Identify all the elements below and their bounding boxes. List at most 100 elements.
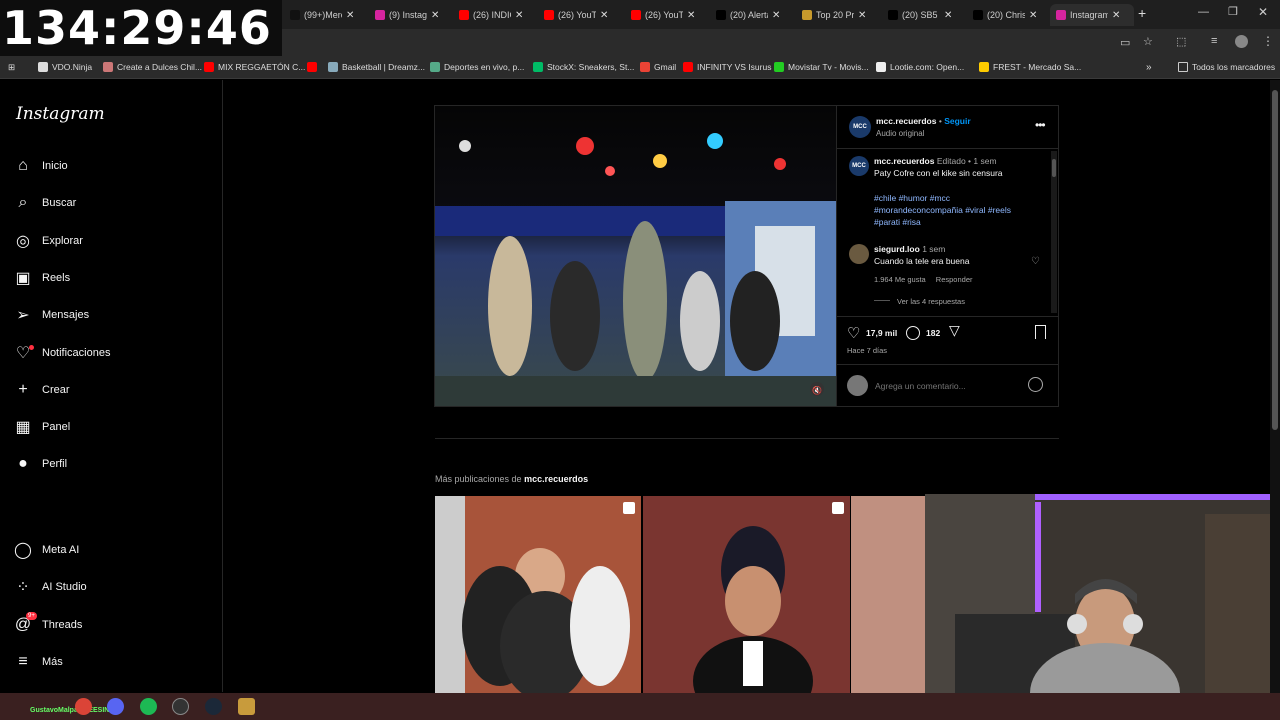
follow-button[interactable]: Seguir xyxy=(944,116,970,126)
browser-tab[interactable]: (9) Instagr ✕ xyxy=(369,4,453,26)
minimize-icon[interactable]: — xyxy=(1198,6,1209,18)
more-post-thumbnail[interactable] xyxy=(643,496,850,694)
browser-tab[interactable]: (20) SB5 (✕ xyxy=(882,4,966,26)
page-scrollbar-thumb[interactable] xyxy=(1272,90,1278,430)
nav-explorar[interactable]: ◎ Explorar xyxy=(14,228,83,254)
tab-close-icon[interactable]: ✕ xyxy=(515,10,523,21)
tab-close-icon[interactable]: ✕ xyxy=(431,10,439,21)
tab-close-icon[interactable]: ✕ xyxy=(1029,10,1037,21)
browser-tab[interactable]: Instagram ✕ xyxy=(1050,4,1134,26)
comments-scrollbar[interactable] xyxy=(1051,151,1057,313)
more-posts-username[interactable]: mcc.recuerdos xyxy=(524,474,588,484)
bookmark-item[interactable]: Deportes en vivo, p... xyxy=(430,55,524,79)
comment-count[interactable]: 182 xyxy=(926,328,940,338)
obs-icon[interactable] xyxy=(172,698,189,715)
nav-mensajes[interactable]: ➢ Mensajes xyxy=(14,302,89,328)
mute-icon[interactable]: 🔇 xyxy=(812,385,822,395)
browser-tab[interactable]: (99+)Merc ✕ xyxy=(284,4,368,26)
comment-username[interactable]: siegurd.loo xyxy=(874,244,920,254)
post-time-ago[interactable]: Hace 7 días xyxy=(847,346,887,355)
tab-close-icon[interactable]: ✕ xyxy=(687,10,695,21)
nav-más[interactable]: ≡ Más xyxy=(14,649,62,675)
profile-icon[interactable] xyxy=(1235,35,1248,48)
scrollbar-thumb[interactable] xyxy=(1052,159,1056,177)
reply-button[interactable]: Responder xyxy=(936,275,973,284)
reading-list-icon[interactable]: ≡ xyxy=(1211,35,1217,47)
tab-close-icon[interactable]: ✕ xyxy=(346,10,354,21)
chrome-icon[interactable] xyxy=(75,698,92,715)
all-bookmarks[interactable]: Todos los marcadores xyxy=(1178,55,1275,79)
like-count[interactable]: 17,9 mil xyxy=(866,328,897,338)
bookmark-item[interactable]: StockX: Sneakers, St... xyxy=(533,55,634,79)
browser-tab[interactable]: (20) Chris ✕ xyxy=(967,4,1051,26)
bookmark-item[interactable]: INFINITY VS Isurus xyxy=(683,55,771,79)
more-post-thumbnail[interactable] xyxy=(435,496,641,694)
bookmark-item[interactable] xyxy=(307,55,321,79)
caption-time[interactable]: 1 sem xyxy=(973,156,996,166)
caption-author-avatar[interactable]: MCC xyxy=(849,156,869,176)
browser-tab[interactable]: (26) YouTu ✕ xyxy=(625,4,709,26)
commenter-avatar[interactable] xyxy=(849,244,869,264)
steam-icon[interactable] xyxy=(205,698,222,715)
browser-tab[interactable]: (26) YouTu ✕ xyxy=(538,4,622,26)
comment-like-icon[interactable]: ♡ xyxy=(1031,256,1040,267)
comment-input[interactable] xyxy=(875,378,1025,394)
league-icon[interactable] xyxy=(238,698,255,715)
apps-icon[interactable]: ⊞ xyxy=(8,55,15,79)
more-bookmarks-icon[interactable]: » xyxy=(1146,55,1152,79)
caption-username[interactable]: mcc.recuerdos xyxy=(874,156,934,166)
bookmark-item[interactable]: MIX REGGAETÓN C... xyxy=(204,55,305,79)
bookmark-item[interactable]: FREST - Mercado Sa... xyxy=(979,55,1081,79)
restore-icon[interactable]: ❐ xyxy=(1228,5,1238,18)
bookmark-star-icon[interactable]: ☆ xyxy=(1143,35,1153,48)
browser-tab[interactable]: (26) INDIG ✕ xyxy=(453,4,537,26)
discord-icon[interactable] xyxy=(107,698,124,715)
nav-buscar[interactable]: ⌕ Buscar xyxy=(14,190,77,216)
post-author-avatar[interactable]: MCC xyxy=(849,116,871,138)
save-icon[interactable] xyxy=(1035,325,1046,339)
close-window-icon[interactable]: ✕ xyxy=(1258,5,1268,19)
post-author-username[interactable]: mcc.recuerdos xyxy=(876,116,936,126)
emoji-icon[interactable] xyxy=(1028,377,1043,392)
more-post-thumbnail[interactable] xyxy=(851,496,925,694)
spotify-icon[interactable] xyxy=(140,698,157,715)
nav-crear[interactable]: + Crear xyxy=(14,377,69,403)
tab-close-icon[interactable]: ✕ xyxy=(1112,10,1120,21)
tab-close-icon[interactable]: ✕ xyxy=(858,10,866,21)
browser-menu-icon[interactable]: ⋮ xyxy=(1262,34,1274,48)
bookmark-item[interactable]: Create a Dulces Chil... xyxy=(103,55,202,79)
cast-icon[interactable]: ▭ xyxy=(1120,36,1130,49)
new-tab-icon[interactable]: + xyxy=(1138,5,1146,21)
like-icon[interactable]: ♡ xyxy=(847,324,860,342)
reel-video[interactable]: 🔇 xyxy=(435,106,836,406)
page-scrollbar[interactable] xyxy=(1270,80,1280,693)
browser-tab[interactable]: Top 20 Pro ✕ xyxy=(796,4,880,26)
bookmark-item[interactable]: Lootie.com: Open... xyxy=(876,55,964,79)
bookmark-item[interactable]: Basketball | Dreamz... xyxy=(328,55,425,79)
comment-likes[interactable]: 1.964 Me gusta xyxy=(874,275,926,284)
hashtags-line-1[interactable]: #chile #humor #mcc xyxy=(874,193,950,203)
tab-close-icon[interactable]: ✕ xyxy=(600,10,608,21)
nav-inicio[interactable]: ⌂ Inicio xyxy=(14,153,68,179)
hashtags-line-2[interactable]: #morandeconcompañia #viral #reels xyxy=(874,205,1011,215)
instagram-logo[interactable]: Instagram xyxy=(16,104,105,124)
bookmark-item[interactable]: Movistar Tv - Movis... xyxy=(774,55,869,79)
nav-meta-ai[interactable]: ◯ Meta AI xyxy=(14,537,79,563)
nav-ai-studio[interactable]: ⁘ AI Studio xyxy=(14,574,86,600)
audio-label[interactable]: Audio original xyxy=(876,129,924,138)
share-icon[interactable]: ▽ xyxy=(949,322,960,339)
bookmark-item[interactable]: VDO.Ninja xyxy=(38,55,92,79)
browser-tab[interactable]: (20) Alerta ✕ xyxy=(710,4,794,26)
more-options-icon[interactable]: ••• xyxy=(1035,118,1046,132)
nav-panel[interactable]: ▦ Panel xyxy=(14,414,70,440)
comment-icon[interactable] xyxy=(906,326,920,340)
bookmark-item[interactable]: Gmail xyxy=(640,55,676,79)
extensions-icon[interactable]: ⬚ xyxy=(1176,35,1186,48)
tab-close-icon[interactable]: ✕ xyxy=(944,10,952,21)
tab-close-icon[interactable]: ✕ xyxy=(772,10,780,21)
nav-perfil[interactable]: ● Perfil xyxy=(14,451,67,477)
nav-reels[interactable]: ▣ Reels xyxy=(14,265,70,291)
hashtags-line-3[interactable]: #parati #risa xyxy=(874,217,921,227)
nav-threads[interactable]: @ Threads xyxy=(14,612,82,638)
nav-notificaciones[interactable]: ♡ Notificaciones xyxy=(14,340,111,366)
